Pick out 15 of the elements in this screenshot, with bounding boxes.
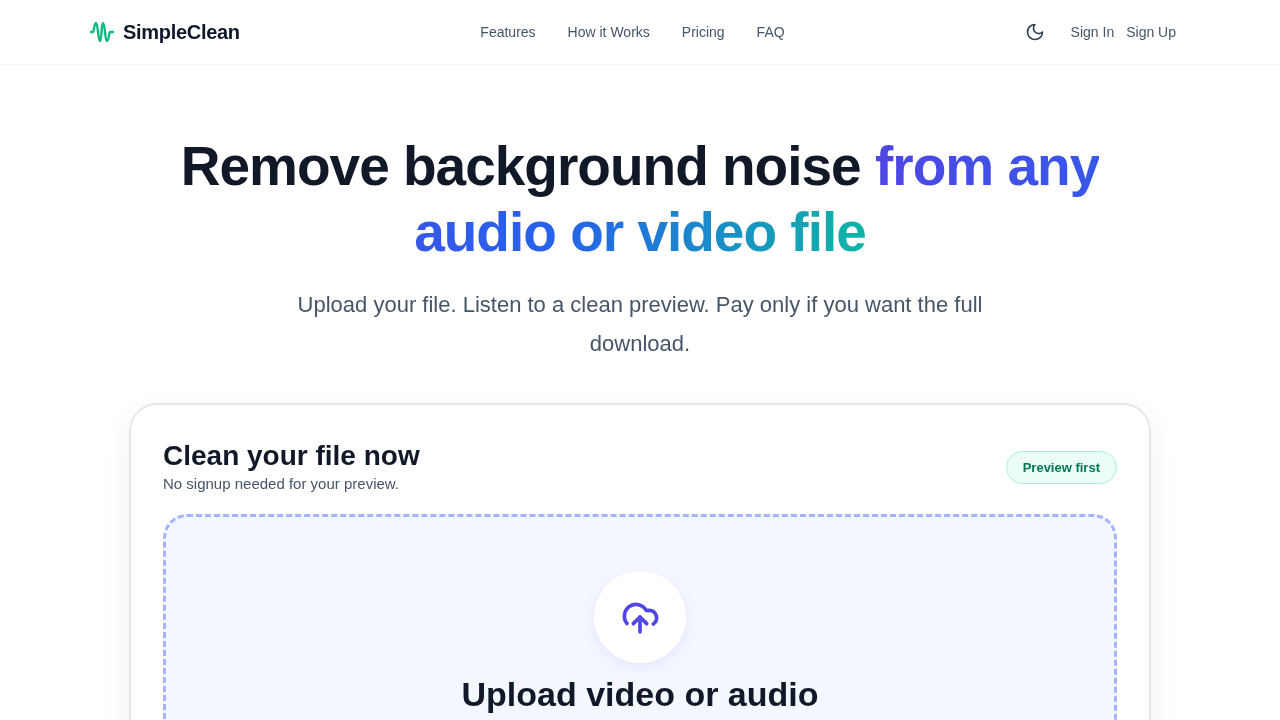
card-subtitle: No signup needed for your preview. <box>163 475 400 492</box>
nav-link[interactable]: FAQ <box>756 24 785 40</box>
auth-link[interactable]: Sign In <box>1070 24 1115 40</box>
brand-name: SimpleClean <box>123 20 240 44</box>
auth-link[interactable]: Sign Up <box>1126 24 1176 40</box>
preview-badge: Preview first <box>1005 451 1117 484</box>
waveform-logo-icon <box>89 19 115 45</box>
nav-link[interactable]: Features <box>480 24 536 40</box>
dropzone-title: Upload video or audio <box>461 675 819 713</box>
nav-link[interactable]: Pricing <box>681 24 725 40</box>
card-title: Clean your file now <box>163 439 420 473</box>
nav-link[interactable]: How it Works <box>567 24 650 40</box>
dropzone[interactable]: Upload video or audio <box>163 514 1117 720</box>
moon-icon[interactable] <box>1024 22 1045 42</box>
hero-subtitle: Upload your file. Listen to a clean preview. Pay only if you want the full download. <box>296 291 984 358</box>
